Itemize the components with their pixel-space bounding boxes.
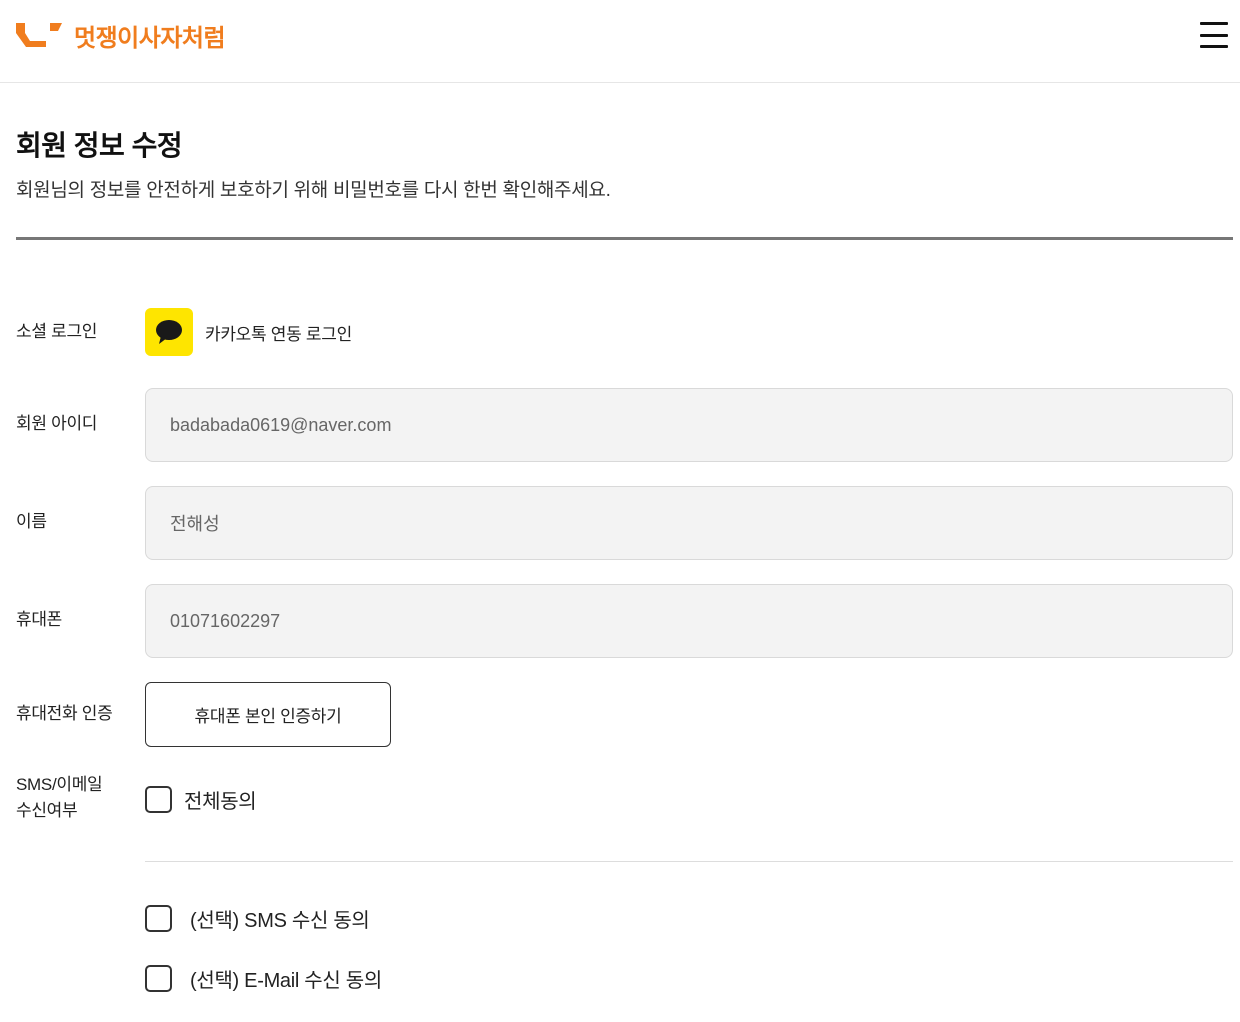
member-id-field [145,388,1233,462]
social-login-label: 소셜 로그인 [16,322,98,341]
consent-divider [145,861,1233,862]
menu-bar-middle [1200,33,1228,37]
page-title: 회원 정보 수정 [16,130,183,161]
menu-bar-bottom [1200,45,1228,48]
brand-name: 멋쟁이사자처럼 [74,24,226,52]
sms-consent-label: (선택) SMS 수신 동의 [190,910,370,932]
title-divider [16,237,1233,240]
member-id-input[interactable] [146,389,1232,461]
site-header: 멋쟁이사자처럼 [0,0,1240,83]
kakao-login-text: 카카오톡 연동 로그인 [205,325,352,344]
email-consent-label: (선택) E-Mail 수신 동의 [190,970,382,992]
marketing-consent-label: SMS/이메일 수신여부 [16,772,103,824]
speech-bubble-icon [156,320,182,344]
phone-verification-button[interactable]: 휴대폰 본인 인증하기 [145,682,391,747]
name-field [145,486,1233,560]
name-label: 이름 [16,512,47,531]
phone-field [145,584,1233,658]
phone-input[interactable] [146,585,1232,657]
hamburger-menu-icon[interactable] [1200,22,1230,48]
page-description: 회원님의 정보를 안전하게 보호하기 위해 비밀번호를 다시 한번 확인해주세요… [16,180,611,201]
name-input[interactable] [146,487,1232,559]
marketing-consent-label-line2: 수신여부 [16,801,78,820]
brand-logo[interactable]: 멋쟁이사자처럼 [16,20,226,52]
kakao-talk-icon[interactable] [145,308,193,356]
phone-label: 휴대폰 [16,610,63,629]
agree-all-row[interactable]: 전체동의 [145,785,257,814]
email-consent-row[interactable]: (선택) E-Mail 수신 동의 [145,964,382,993]
member-id-label: 회원 아이디 [16,414,98,433]
likelion-logo-icon [16,23,62,47]
sms-consent-checkbox[interactable] [145,905,172,932]
email-consent-checkbox[interactable] [145,965,172,992]
sms-consent-row[interactable]: (선택) SMS 수신 동의 [145,904,370,933]
menu-bar-top [1200,22,1228,25]
marketing-consent-label-line1: SMS/이메일 [16,775,103,794]
agree-all-checkbox[interactable] [145,786,172,813]
agree-all-label: 전체동의 [184,791,257,813]
phone-verification-label: 휴대전화 인증 [16,704,113,723]
